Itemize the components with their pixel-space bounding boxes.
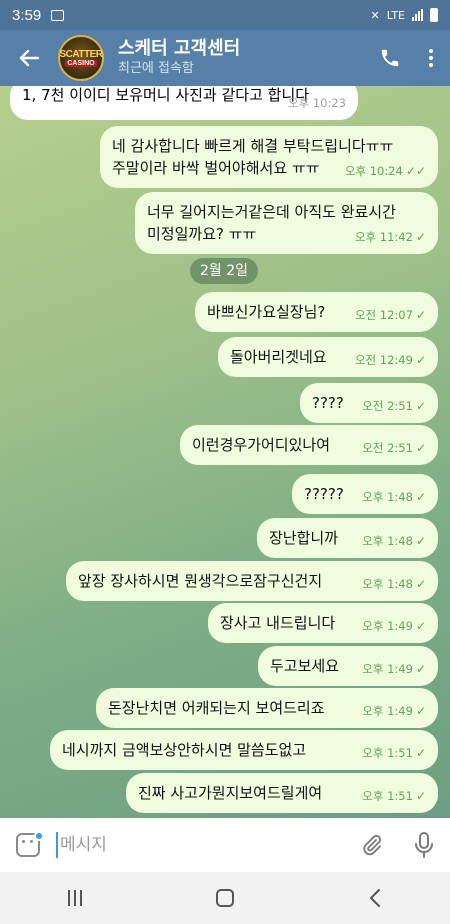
message-bubble[interactable]: 네시까지 금액보상안하시면 말씀도없고 오후 1:51 ✓ bbox=[50, 730, 438, 770]
message-time: 오후 1:51 bbox=[362, 789, 413, 803]
more-options-button[interactable] bbox=[412, 30, 450, 86]
message-time: 오후 1:49 bbox=[362, 662, 413, 676]
voice-button[interactable] bbox=[398, 818, 450, 872]
message-time: 오후 1:48 bbox=[362, 577, 413, 591]
message-time: 오후 1:49 bbox=[362, 619, 413, 633]
paperclip-icon bbox=[363, 834, 382, 856]
message-time: 오전 12:07 bbox=[354, 308, 413, 322]
message-meta: 오전 2:51 ✓ bbox=[362, 395, 426, 417]
message-meta: 오후 1:48 ✓ bbox=[362, 486, 426, 508]
message-bubble[interactable]: 네 감사합니다 빠르게 해결 부탁드립니다ㅠㅠ 주말이라 바싹 벌어야해서요 ㅠ… bbox=[100, 126, 438, 188]
message-bubble[interactable]: 진짜 사고가뭔지보여드릴게여 오후 1:51 ✓ bbox=[126, 773, 438, 813]
message-bubble[interactable]: 이런경우가어디있나여 오전 2:51 ✓ bbox=[180, 425, 438, 465]
call-button[interactable] bbox=[368, 30, 412, 86]
avatar[interactable]: SCATTER CASINO bbox=[58, 35, 104, 81]
message-text: 너무 길어지는거같은데 아직도 완료시간 bbox=[147, 203, 396, 221]
check-icon: ✓ bbox=[415, 619, 426, 633]
message-time: 오전 12:49 bbox=[354, 353, 413, 367]
attach-button[interactable] bbox=[346, 818, 398, 872]
last-seen-status: 최근에 접속함 bbox=[118, 61, 194, 76]
message-bubble[interactable]: ????? 오후 1:48 ✓ bbox=[292, 474, 438, 514]
message-meta: 오후 1:48 ✓ bbox=[362, 573, 426, 595]
message-time: 오후 11:42 bbox=[354, 230, 413, 244]
chat-title: 스케터 고객센터 bbox=[118, 38, 241, 59]
chat-header: SCATTER CASINO 스케터 고객센터 최근에 접속함 bbox=[0, 30, 450, 86]
check-icon: ✓ bbox=[415, 490, 426, 504]
phone-icon bbox=[381, 49, 399, 67]
message-time: 오후 1:48 bbox=[362, 534, 413, 548]
message-bubble[interactable]: 바쁘신가요실장님? 오전 12:07 ✓ bbox=[195, 292, 438, 332]
message-list[interactable]: 1, 7천 이이디 보유머니 사진과 같다고 합니다 오후 10:23 네 감사… bbox=[0, 86, 450, 818]
recent-apps-button[interactable] bbox=[35, 872, 115, 924]
check-icon: ✓ bbox=[415, 230, 426, 244]
notification-dot bbox=[34, 831, 44, 841]
message-time: 오후 1:48 bbox=[362, 490, 413, 504]
check-icon: ✓ bbox=[415, 662, 426, 676]
message-meta: 오전 2:51 ✓ bbox=[362, 437, 426, 459]
message-time: 오후 10:23 bbox=[288, 96, 346, 110]
microphone-icon bbox=[415, 832, 433, 858]
network-label: LTE bbox=[386, 8, 405, 22]
message-time: 오전 2:51 bbox=[362, 441, 413, 455]
home-button[interactable] bbox=[185, 872, 265, 924]
back-button[interactable] bbox=[0, 30, 58, 86]
message-composer bbox=[0, 818, 450, 872]
emoji-button[interactable] bbox=[0, 818, 56, 872]
avatar-text-bottom: CASINO bbox=[65, 60, 97, 67]
message-time: 오후 1:51 bbox=[362, 746, 413, 760]
recent-apps-icon bbox=[68, 890, 82, 906]
message-bubble[interactable]: 돌아버리겟네요 오전 12:49 ✓ bbox=[218, 337, 438, 377]
chat-title-block[interactable]: 스케터 고객센터 최근에 접속함 bbox=[118, 38, 368, 78]
message-meta: 오후 10:24 ✓✓ bbox=[345, 160, 426, 182]
message-bubble[interactable]: 돈장난치면 어캐되는지 보여드리죠 오후 1:49 ✓ bbox=[96, 688, 438, 728]
system-back-button[interactable] bbox=[335, 872, 415, 924]
message-meta: 오후 1:49 ✓ bbox=[362, 615, 426, 637]
message-bubble[interactable]: 너무 길어지는거같은데 아직도 완료시간 미정일까요? ㅠㅠ 오후 11:42 ✓ bbox=[135, 192, 438, 254]
date-divider: 2월 2일 bbox=[190, 258, 259, 284]
home-icon bbox=[216, 889, 234, 907]
message-bubble[interactable]: 앞장 장사하시면 뭔생각으로잠구신건지 오후 1:48 ✓ bbox=[66, 561, 438, 601]
double-check-icon: ✓✓ bbox=[405, 164, 426, 178]
message-meta: 오후 1:49 ✓ bbox=[362, 700, 426, 722]
message-meta: 오후 11:42 ✓ bbox=[355, 226, 426, 248]
check-icon: ✓ bbox=[415, 746, 426, 760]
status-bar: 3:59 ✕ LTE bbox=[0, 0, 450, 30]
avatar-text-top: SCATTER bbox=[59, 49, 103, 60]
message-time: 오전 2:51 bbox=[362, 399, 413, 413]
check-icon: ✓ bbox=[415, 789, 426, 803]
battery-icon bbox=[430, 8, 438, 22]
message-meta: 오후 1:51 ✓ bbox=[362, 742, 426, 764]
message-meta: 오후 1:51 ✓ bbox=[362, 785, 426, 807]
message-meta: 오후 1:49 ✓ bbox=[362, 658, 426, 680]
check-icon: ✓ bbox=[415, 577, 426, 591]
arrow-left-icon bbox=[19, 49, 39, 67]
message-bubble[interactable]: 두고보세요 오후 1:49 ✓ bbox=[258, 646, 438, 686]
message-text: 네 감사합니다 빠르게 해결 부탁드립니다ㅠㅠ bbox=[112, 137, 394, 155]
message-meta: 오전 12:07 ✓ bbox=[355, 304, 426, 326]
check-icon: ✓ bbox=[415, 534, 426, 548]
message-bubble[interactable]: 장사고 내드립니다 오후 1:49 ✓ bbox=[208, 603, 438, 643]
check-icon: ✓ bbox=[415, 441, 426, 455]
message-bubble[interactable]: ???? 오전 2:51 ✓ bbox=[300, 383, 438, 423]
mute-icon: ✕ bbox=[370, 8, 380, 22]
status-icons: ✕ LTE bbox=[370, 8, 438, 22]
message-meta: 오후 10:23 bbox=[288, 92, 346, 114]
check-icon: ✓ bbox=[415, 704, 426, 718]
message-meta: 오후 1:48 ✓ bbox=[362, 530, 426, 552]
gallery-icon bbox=[51, 9, 65, 21]
check-icon: ✓ bbox=[415, 353, 426, 367]
check-icon: ✓ bbox=[415, 399, 426, 413]
system-nav-bar bbox=[0, 872, 450, 924]
message-meta: 오전 12:49 ✓ bbox=[355, 349, 426, 371]
more-vertical-icon bbox=[429, 49, 433, 67]
signal-icon bbox=[412, 9, 423, 21]
message-time: 오후 10:24 bbox=[344, 164, 403, 178]
check-icon: ✓ bbox=[415, 308, 426, 322]
chevron-left-icon bbox=[370, 889, 380, 907]
message-time: 오후 1:49 bbox=[362, 704, 413, 718]
message-bubble[interactable]: 1, 7천 이이디 보유머니 사진과 같다고 합니다 오후 10:23 bbox=[10, 86, 358, 120]
message-bubble[interactable]: 장난합니까 오후 1:48 ✓ bbox=[257, 518, 438, 558]
message-input[interactable] bbox=[56, 832, 346, 858]
clock: 3:59 bbox=[12, 6, 42, 24]
